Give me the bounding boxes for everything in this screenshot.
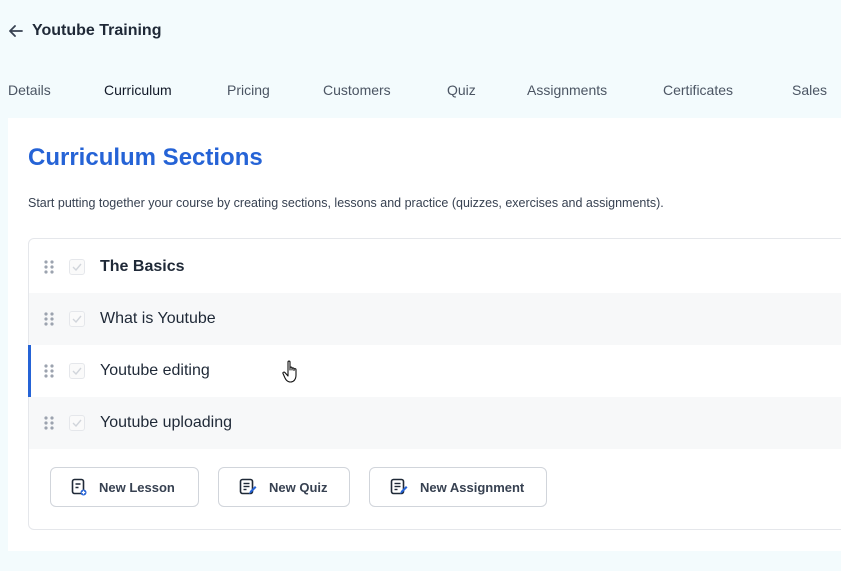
tab-pricing[interactable]: Pricing (227, 82, 270, 98)
drag-handle-icon[interactable] (43, 259, 55, 275)
drag-handle-icon[interactable] (43, 415, 55, 431)
new-lesson-label: New Lesson (99, 479, 175, 495)
item-checkbox[interactable] (69, 415, 85, 431)
tab-customers[interactable]: Customers (323, 82, 391, 98)
lesson-add-icon (71, 478, 87, 496)
new-assignment-button[interactable]: New Assignment (369, 467, 547, 507)
page: Youtube Training Details Curriculum Pric… (0, 0, 841, 571)
arrow-left-icon[interactable] (8, 23, 24, 39)
page-description: Start putting together your course by cr… (28, 196, 664, 210)
tab-curriculum[interactable]: Curriculum (104, 82, 172, 98)
drag-handle-icon[interactable] (43, 363, 55, 379)
lesson-row-selected[interactable]: Youtube editing (28, 345, 841, 397)
tab-certificates[interactable]: Certificates (663, 82, 733, 98)
new-quiz-label: New Quiz (269, 479, 328, 495)
quiz-edit-icon (239, 478, 257, 495)
drag-handle-icon[interactable] (43, 311, 55, 327)
hand-pointer-cursor-icon (282, 360, 297, 383)
section-title: The Basics (100, 258, 185, 275)
item-checkbox[interactable] (69, 311, 85, 327)
tab-sales[interactable]: Sales (792, 82, 827, 98)
tab-details[interactable]: Details (8, 82, 51, 98)
curriculum-panel: Curriculum Sections Start putting togeth… (8, 118, 841, 551)
course-title: Youtube Training (32, 22, 162, 39)
lesson-title: Youtube editing (100, 362, 210, 379)
lesson-title: What is Youtube (100, 310, 216, 327)
assignment-edit-icon (390, 478, 408, 495)
new-lesson-button[interactable]: New Lesson (50, 467, 199, 507)
lesson-title: Youtube uploading (100, 414, 232, 431)
lesson-row[interactable]: Youtube uploading (29, 397, 841, 449)
lesson-row[interactable]: What is Youtube (29, 293, 841, 345)
section-row[interactable]: The Basics (29, 241, 841, 293)
page-title: Curriculum Sections (28, 144, 263, 171)
curriculum-list: The Basics What is Youtube Youtube editi… (28, 238, 841, 530)
tab-quiz[interactable]: Quiz (447, 82, 476, 98)
new-quiz-button[interactable]: New Quiz (218, 467, 350, 507)
new-assignment-label: New Assignment (420, 479, 525, 495)
item-checkbox[interactable] (69, 363, 85, 379)
tab-bar: Details Curriculum Pricing Customers Qui… (0, 72, 841, 108)
item-checkbox[interactable] (69, 259, 85, 275)
header: Youtube Training (0, 0, 841, 62)
tab-assignments[interactable]: Assignments (527, 82, 607, 98)
